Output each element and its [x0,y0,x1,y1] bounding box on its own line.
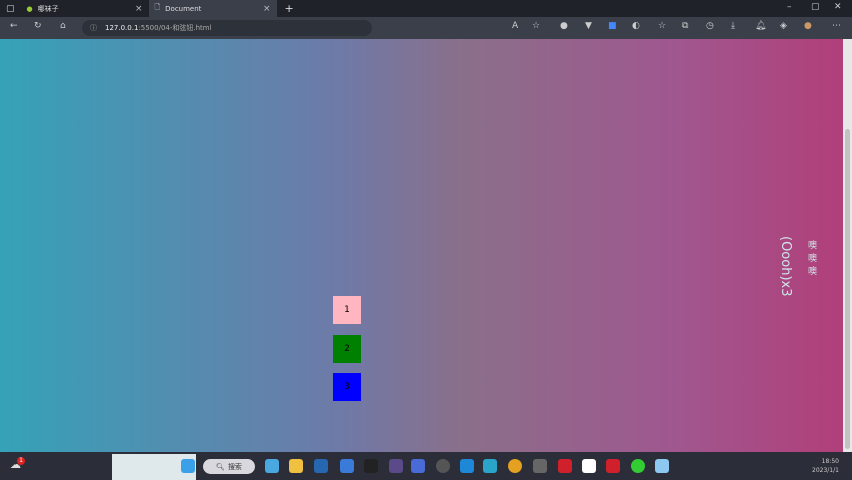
tab-bar: ▢ ● 哪袜子 × 🗋 Document × + – ▢ ✕ [0,0,852,17]
tab-label: Document [165,4,202,13]
info-icon: ⓘ [90,24,97,32]
scrollbar-thumb[interactable] [845,129,850,449]
edge-icon[interactable] [483,459,497,473]
performance-icon[interactable]: ◈ [780,21,787,31]
url-host: 127.0.0.1 [105,24,139,32]
search-label: 搜索 [227,462,242,471]
start-icon[interactable] [181,459,195,473]
box-2: 2 [333,335,361,363]
read-aloud-icon[interactable]: A [512,21,518,31]
netease-music-icon[interactable] [558,459,572,473]
new-tab-button[interactable]: + [285,2,294,15]
favorite-icon[interactable]: ☆ [532,21,540,31]
close-tab-icon[interactable]: × [263,4,271,14]
more-icon[interactable]: ⋯ [832,21,841,31]
file-explorer-icon[interactable] [289,459,303,473]
history-icon[interactable]: ◷ [706,21,714,31]
collections-icon[interactable]: ⧉ [682,21,688,31]
close-window-button[interactable]: ✕ [834,2,842,12]
app-icon[interactable] [533,459,547,473]
app-icon[interactable] [340,459,354,473]
app-icon[interactable] [655,459,669,473]
notification-icon[interactable]: 🔔︎ [755,21,766,31]
chrome-icon[interactable] [508,459,522,473]
page-content: 1 2 3 [0,39,843,452]
scrollbar[interactable] [843,39,852,452]
vertical-lyric: (Oooh)x3 [778,236,793,297]
extension-icon[interactable]: ◐ [632,21,640,31]
favorites-icon[interactable]: ☆ [658,21,666,31]
extension-icon[interactable]: ● [560,21,568,31]
tab-1[interactable]: ● 哪袜子 × [21,0,149,17]
home-icon[interactable]: ⌂ [60,21,66,31]
app-icon[interactable] [411,459,425,473]
date: 2023/1/1 [812,467,839,474]
box-3: 3 [333,373,361,401]
app-icon[interactable] [436,459,450,473]
workspaces-icon[interactable]: ▢ [6,4,15,14]
time: 18:50 [821,458,839,465]
weather-badge: 1 [17,457,25,465]
avatar[interactable]: ● [804,21,812,31]
extension-icon[interactable]: ■ [608,21,617,31]
search-icon: 🔍︎ [216,462,225,471]
widgets-icon[interactable] [265,459,279,473]
extension-icon[interactable]: ▼ [585,21,592,31]
download-icon[interactable]: ⤓ [731,21,735,31]
page-icon: 🗋 [154,3,161,11]
store-icon[interactable] [314,459,328,473]
close-tab-icon[interactable]: × [135,4,143,14]
app-icon[interactable] [606,459,620,473]
vertical-lyric-cn: 噢噢噢 [806,240,816,279]
refresh-icon[interactable]: ↻ [34,21,42,31]
jetbrains-icon[interactable] [364,459,378,473]
tab-document[interactable]: 🗋 Document × [148,0,277,17]
favicon-icon: ● [26,4,33,13]
taskbar: ☁ 1 🔍︎ 搜索 18:50 2023/1/1 [0,452,852,480]
vscode-icon[interactable] [460,459,474,473]
url-text: 127.0.0.1:5500/04-和弦钮.html [105,23,212,33]
clock[interactable]: 18:50 2023/1/1 [812,457,839,475]
tab-label: 哪袜子 [37,4,59,13]
minimize-button[interactable]: – [787,2,792,12]
wechat-icon[interactable] [631,459,645,473]
typora-icon[interactable] [582,459,596,473]
maximize-button[interactable]: ▢ [811,2,820,12]
url-path: :5500/04-和弦钮.html [138,24,212,32]
search-button[interactable]: 🔍︎ 搜索 [203,459,255,474]
address-bar-row: ← ↻ ⌂ ⓘ 127.0.0.1:5500/04-和弦钮.html A ☆ ● … [0,17,852,39]
box-1: 1 [333,296,361,324]
app-icon[interactable] [389,459,403,473]
back-icon[interactable]: ← [10,21,18,31]
url-input[interactable]: ⓘ 127.0.0.1:5500/04-和弦钮.html [82,20,372,36]
